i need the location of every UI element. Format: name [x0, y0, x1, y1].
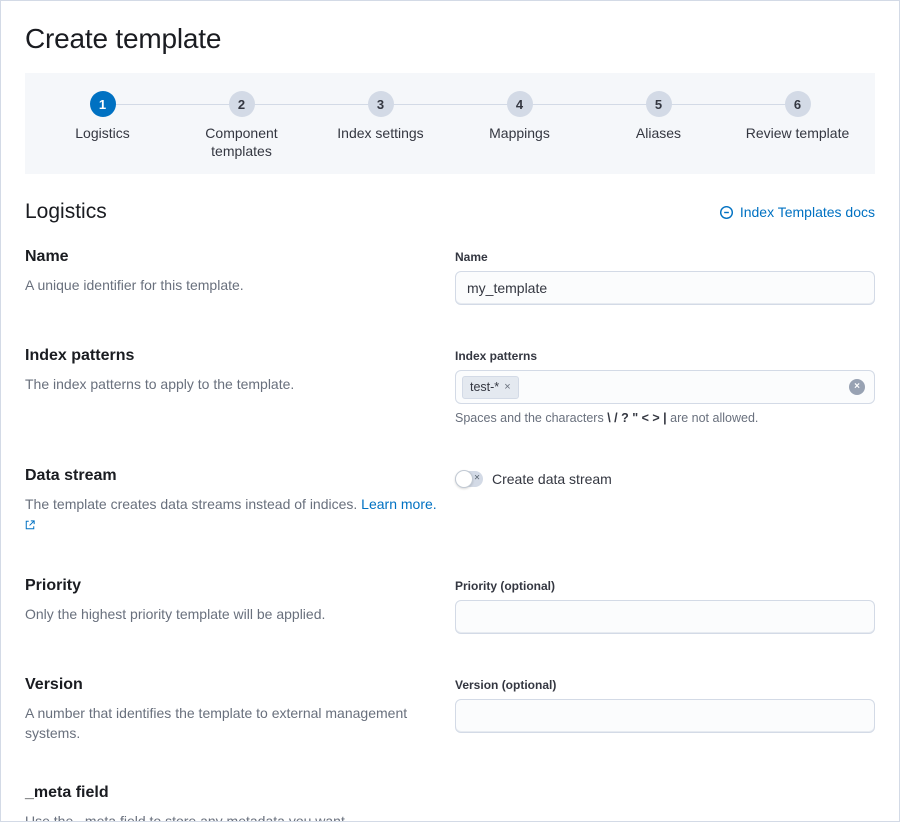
- step-component-templates[interactable]: 2 Component templates: [172, 91, 311, 160]
- step-mappings[interactable]: 4 Mappings: [450, 91, 589, 160]
- create-data-stream-label: Create data stream: [492, 471, 612, 487]
- row-description: A number that identifies the template to…: [25, 703, 439, 744]
- version-input[interactable]: [455, 699, 875, 733]
- index-patterns-help-text: Spaces and the characters \ / ? " < > | …: [455, 411, 875, 425]
- wizard-stepper: 1 Logistics 2 Component templates 3 Inde…: [25, 73, 875, 174]
- row-description: A unique identifier for this template.: [25, 275, 439, 295]
- form-row-version: Version A number that identifies the tem…: [25, 658, 875, 768]
- index-patterns-combobox[interactable]: test-* × ×: [455, 370, 875, 404]
- step-label: Index settings: [337, 124, 423, 142]
- row-title: _meta field: [25, 784, 875, 802]
- step-label: Component templates: [182, 124, 302, 160]
- row-title: Version: [25, 676, 439, 694]
- docs-link-label: Index Templates docs: [740, 204, 875, 220]
- create-data-stream-toggle[interactable]: ×: [455, 471, 483, 487]
- step-review-template[interactable]: 6 Review template: [728, 91, 867, 160]
- row-title: Index patterns: [25, 347, 439, 365]
- row-description: Use the _meta field to store any metadat…: [25, 811, 875, 822]
- row-title: Priority: [25, 577, 439, 595]
- external-link-icon: [25, 517, 35, 533]
- priority-input[interactable]: [455, 600, 875, 634]
- form-row-data-stream: Data stream The template creates data st…: [25, 449, 875, 559]
- priority-field-label: Priority (optional): [455, 579, 875, 593]
- index-patterns-field-label: Index patterns: [455, 349, 875, 363]
- version-field-label: Version (optional): [455, 678, 875, 692]
- form-row-index-patterns: Index patterns The index patterns to app…: [25, 329, 875, 449]
- form-row-priority: Priority Only the highest priority templ…: [25, 559, 875, 658]
- docs-icon: [719, 205, 734, 220]
- step-label: Aliases: [636, 124, 681, 142]
- step-number: 3: [368, 91, 394, 117]
- page-title: Create template: [25, 23, 875, 55]
- step-logistics[interactable]: 1 Logistics: [33, 91, 172, 160]
- row-title: Data stream: [25, 467, 439, 485]
- step-aliases[interactable]: 5 Aliases: [589, 91, 728, 160]
- section-title: Logistics: [25, 200, 107, 224]
- clear-combobox-icon[interactable]: ×: [849, 379, 865, 395]
- step-number: 5: [646, 91, 672, 117]
- row-description: The index patterns to apply to the templ…: [25, 374, 439, 394]
- create-template-page: Create template 1 Logistics 2 Component …: [0, 0, 900, 822]
- step-label: Review template: [746, 124, 850, 142]
- step-number: 4: [507, 91, 533, 117]
- pill-text: test-*: [470, 379, 499, 397]
- step-index-settings[interactable]: 3 Index settings: [311, 91, 450, 160]
- toggle-off-icon: ×: [474, 474, 480, 484]
- step-label: Logistics: [75, 124, 129, 142]
- step-number: 1: [90, 91, 116, 117]
- form-row-meta-field: _meta field Use the _meta field to store…: [25, 768, 875, 822]
- step-label: Mappings: [489, 124, 550, 142]
- index-templates-docs-link[interactable]: Index Templates docs: [719, 204, 875, 220]
- name-field-label: Name: [455, 250, 875, 264]
- step-number: 6: [785, 91, 811, 117]
- row-description: The template creates data streams instea…: [25, 494, 439, 535]
- form-row-name: Name A unique identifier for this templa…: [25, 230, 875, 329]
- toggle-knob: [455, 470, 473, 488]
- row-title: Name: [25, 248, 439, 266]
- step-number: 2: [229, 91, 255, 117]
- disallowed-characters: \ / ? " < > |: [607, 411, 666, 425]
- row-description: Only the highest priority template will …: [25, 604, 439, 624]
- name-input[interactable]: [455, 271, 875, 305]
- remove-pill-icon[interactable]: ×: [504, 380, 510, 395]
- index-pattern-pill: test-* ×: [462, 376, 519, 400]
